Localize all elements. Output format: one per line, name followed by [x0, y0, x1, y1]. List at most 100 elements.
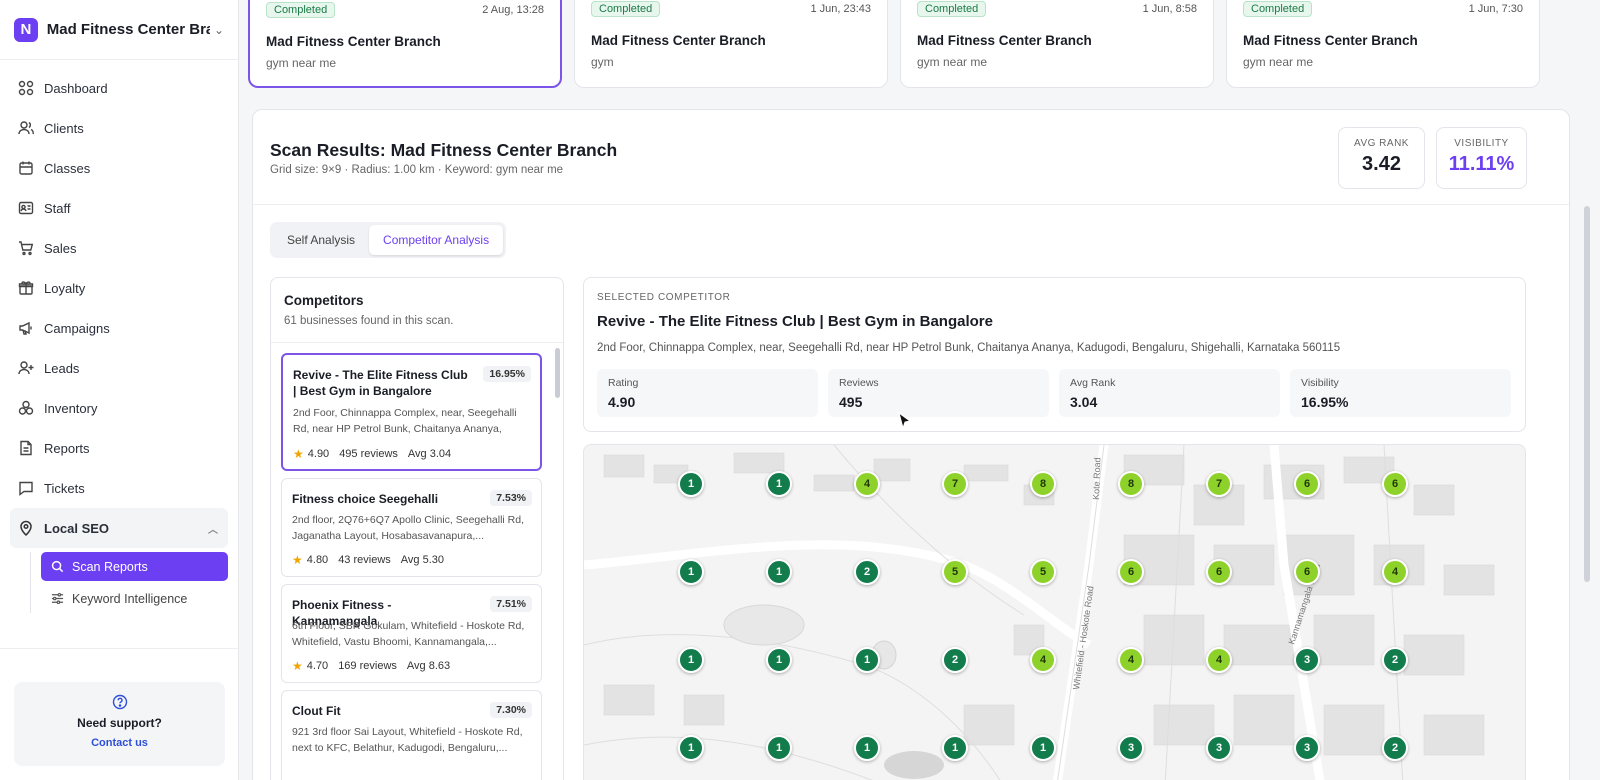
scan-card[interactable]: Completed 2 Aug, 13:28 Mad Fitness Cente…: [248, 0, 562, 88]
rank-pin[interactable]: 4: [1118, 647, 1144, 673]
sliders-icon: [51, 592, 65, 605]
avg-rank-metric: AVG RANK 3.42: [1338, 127, 1425, 189]
sidebar-item-clients[interactable]: Clients: [0, 108, 238, 148]
rank-pin[interactable]: 6: [1294, 471, 1320, 497]
sidebar-item-classes[interactable]: Classes: [0, 148, 238, 188]
rank-pin[interactable]: 4: [1382, 559, 1408, 585]
sidebar-item-label: Staff: [44, 200, 71, 216]
rank-pin[interactable]: 8: [1030, 471, 1056, 497]
rank-grid-map[interactable]: Kote Road Whitefield - Hoskote Road Kann…: [583, 444, 1526, 780]
rank-pin[interactable]: 4: [1030, 647, 1056, 673]
sidebar-item-dashboard[interactable]: Dashboard: [0, 68, 238, 108]
rank-pin[interactable]: 1: [678, 559, 704, 585]
list-item[interactable]: Clout Fit 7.30% 921 3rd floor Sai Layout…: [281, 690, 542, 780]
rank-pin[interactable]: 6: [1118, 559, 1144, 585]
sidebar-item-label: Campaigns: [44, 320, 110, 336]
rank-pin[interactable]: 6: [1294, 559, 1320, 585]
rank-pin[interactable]: 6: [1382, 471, 1408, 497]
sidebar-item-sales[interactable]: Sales: [0, 228, 238, 268]
rank-pin[interactable]: 1: [678, 735, 704, 761]
scan-title: Mad Fitness Center Branch: [1243, 33, 1418, 48]
sidebar-item-reports[interactable]: Reports: [0, 428, 238, 468]
competitor-list[interactable]: Revive - The Elite Fitness Club | Best G…: [271, 342, 563, 780]
rank-pin[interactable]: 1: [854, 647, 880, 673]
rank-pin[interactable]: 1: [1030, 735, 1056, 761]
competitors-count: 61 businesses found in this scan.: [284, 315, 454, 327]
competitor-meta: ★ 4.70 169 reviews Avg 8.63: [292, 659, 450, 673]
rank-pin[interactable]: 3: [1294, 647, 1320, 673]
analysis-tabs: Self Analysis Competitor Analysis: [270, 222, 507, 258]
rank-pin[interactable]: 1: [942, 735, 968, 761]
tab-self-analysis[interactable]: Self Analysis: [273, 225, 369, 255]
stat-value: 3.04: [1070, 394, 1098, 410]
scan-card[interactable]: Completed 1 Jun, 23:43 Mad Fitness Cente…: [574, 0, 888, 88]
contact-us-link[interactable]: Contact us: [14, 737, 225, 749]
chevron-up-icon: ︿: [208, 524, 218, 536]
rank-pin[interactable]: 1: [678, 471, 704, 497]
rank-pin[interactable]: 1: [766, 647, 792, 673]
rank-pin[interactable]: 2: [1382, 735, 1408, 761]
map-pin-icon: [17, 519, 35, 537]
stat-value: 4.90: [608, 394, 636, 410]
visibility-badge: 7.30%: [490, 702, 532, 718]
scan-keyword: gym near me: [917, 55, 988, 69]
rank-pin[interactable]: 4: [1206, 647, 1232, 673]
list-item[interactable]: Revive - The Elite Fitness Club | Best G…: [281, 353, 542, 471]
rank-pin[interactable]: 1: [766, 559, 792, 585]
rank-pin[interactable]: 2: [854, 559, 880, 585]
sidebar-item-leads[interactable]: Leads: [0, 348, 238, 388]
sidebar-nav: Dashboard Clients Classes Staff Sales Lo…: [0, 60, 238, 613]
rank-pin[interactable]: 7: [1206, 471, 1232, 497]
star-icon: ★: [293, 447, 304, 461]
visibility-metric: VISIBILITY 11.11%: [1436, 127, 1527, 189]
avg-rank: Avg 8.63: [406, 660, 451, 672]
rank-pin[interactable]: 2: [1382, 647, 1408, 673]
metric-value: 11.11%: [1448, 153, 1515, 175]
rank-pin[interactable]: 1: [678, 647, 704, 673]
competitor-list-scrollbar[interactable]: [555, 348, 560, 398]
rank-pin[interactable]: 1: [766, 735, 792, 761]
rank-pin[interactable]: 2: [942, 647, 968, 673]
sidebar-item-tickets[interactable]: Tickets: [0, 468, 238, 508]
scan-date: 1 Jun, 8:58: [1142, 3, 1197, 15]
rank-pin[interactable]: 6: [1206, 559, 1232, 585]
stat-value: 495: [839, 394, 863, 410]
sidebar-item-inventory[interactable]: Inventory: [0, 388, 238, 428]
list-item[interactable]: Phoenix Fitness - Kannamangala 7.51% 6th…: [281, 584, 542, 683]
rank-pin[interactable]: 5: [942, 559, 968, 585]
rank-pin[interactable]: 7: [942, 471, 968, 497]
sidebar-item-keyword-intelligence[interactable]: Keyword Intelligence: [41, 584, 228, 613]
sidebar-item-label: Loyalty: [44, 280, 86, 296]
sidebar-item-label: Classes: [44, 160, 91, 176]
sidebar-item-staff[interactable]: Staff: [0, 188, 238, 228]
page-scrollbar[interactable]: [1584, 206, 1590, 582]
rank-pin[interactable]: 4: [854, 471, 880, 497]
rank-pin[interactable]: 1: [766, 471, 792, 497]
sidebar-item-local-seo[interactable]: Local SEO ︿: [10, 508, 228, 548]
mouse-cursor-icon: [898, 411, 912, 435]
scan-date: 1 Jun, 7:30: [1468, 3, 1523, 15]
selected-competitor-card: SELECTED COMPETITOR Revive - The Elite F…: [583, 277, 1526, 432]
rank-pin[interactable]: 1: [854, 735, 880, 761]
sidebar-item-loyalty[interactable]: Loyalty: [0, 268, 238, 308]
tab-competitor-analysis[interactable]: Competitor Analysis: [369, 225, 504, 255]
visibility-badge: 7.51%: [490, 596, 532, 612]
rank-pin[interactable]: 3: [1294, 735, 1320, 761]
list-item[interactable]: Fitness choice Seegehalli 7.53% 2nd floo…: [281, 478, 542, 577]
scan-keyword: gym near me: [1243, 55, 1314, 69]
sidebar-item-scan-reports[interactable]: Scan Reports: [41, 552, 228, 581]
scan-card[interactable]: Completed 1 Jun, 7:30 Mad Fitness Center…: [1226, 0, 1540, 88]
sidebar-item-campaigns[interactable]: Campaigns: [0, 308, 238, 348]
status-badge: Completed: [917, 1, 987, 17]
rank-pin[interactable]: 8: [1118, 471, 1144, 497]
visibility-badge: 16.95%: [483, 366, 531, 382]
sidebar-item-label: Scan Reports: [72, 559, 148, 574]
help-circle-icon: [14, 694, 225, 710]
brand-switcher[interactable]: N Mad Fitness Center Bra... ⌄: [0, 0, 238, 60]
rank-pin[interactable]: 3: [1118, 735, 1144, 761]
main-content: Completed 2 Aug, 13:28 Mad Fitness Cente…: [240, 0, 1592, 780]
rank-pin[interactable]: 3: [1206, 735, 1232, 761]
competitor-address: 2nd Foor, Chinnappa Complex, near, Seege…: [293, 407, 517, 435]
scan-card[interactable]: Completed 1 Jun, 8:58 Mad Fitness Center…: [900, 0, 1214, 88]
rank-pin[interactable]: 5: [1030, 559, 1056, 585]
